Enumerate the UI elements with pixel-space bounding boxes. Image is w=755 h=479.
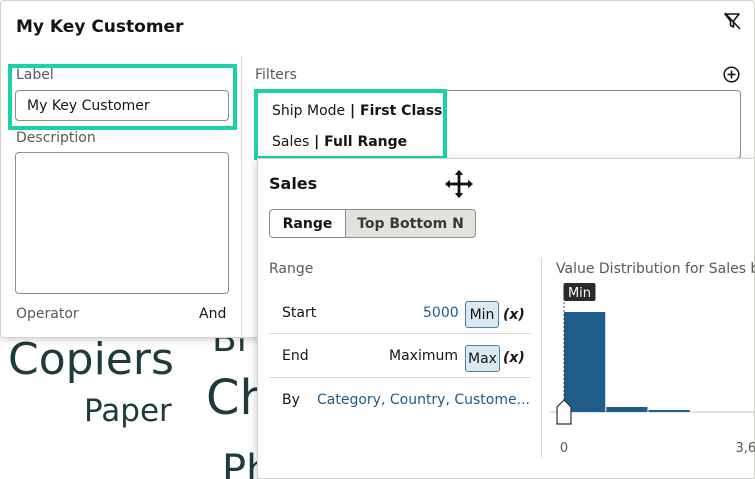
row-divider: [269, 377, 531, 378]
word-cloud-word: Paper: [84, 393, 172, 429]
range-caption: Range: [269, 261, 314, 277]
column-divider: [241, 56, 242, 339]
description-caption: Description: [16, 130, 96, 146]
filters-highlight: [254, 89, 447, 160]
label-highlight: [8, 64, 237, 130]
row-divider: [269, 333, 531, 334]
start-label: Start: [282, 305, 317, 321]
tab-top-bottom-n[interactable]: Top Bottom N: [345, 209, 476, 238]
expression-icon[interactable]: (x): [503, 307, 525, 323]
histogram-bar: [564, 312, 606, 412]
max-button[interactable]: Max: [465, 345, 500, 372]
add-circle-icon[interactable]: [723, 66, 740, 83]
min-button[interactable]: Min: [465, 301, 499, 328]
min-marker-label: Min: [568, 286, 591, 301]
expression-icon[interactable]: (x): [503, 350, 525, 366]
description-textarea[interactable]: [15, 152, 229, 294]
dialog-title: My Key Customer: [16, 17, 184, 37]
operator-value[interactable]: And: [199, 306, 226, 322]
value-distribution-histogram[interactable]: 0 3,600 Min: [550, 282, 755, 462]
histogram-bar: [606, 407, 648, 412]
histogram-bar: [648, 410, 690, 412]
end-label: End: [282, 348, 309, 364]
chart-title: Value Distribution for Sales b: [556, 261, 755, 277]
operator-caption: Operator: [16, 306, 79, 322]
move-cursor-icon: [443, 168, 475, 200]
filter-clear-icon[interactable]: [722, 11, 742, 31]
by-value[interactable]: Category, Country, Custome...: [317, 392, 530, 408]
by-label: By: [282, 392, 300, 408]
word-cloud-word: Copiers: [8, 334, 174, 385]
popup-title: Sales: [269, 174, 318, 193]
end-value[interactable]: Maximum: [389, 348, 458, 364]
tab-range[interactable]: Range: [269, 209, 346, 238]
popup-divider: [541, 258, 542, 458]
x-tick-label: 0: [560, 441, 568, 456]
x-tick-label: 3,600: [735, 441, 755, 456]
start-value[interactable]: 5000: [423, 305, 459, 321]
filters-caption: Filters: [255, 67, 297, 83]
